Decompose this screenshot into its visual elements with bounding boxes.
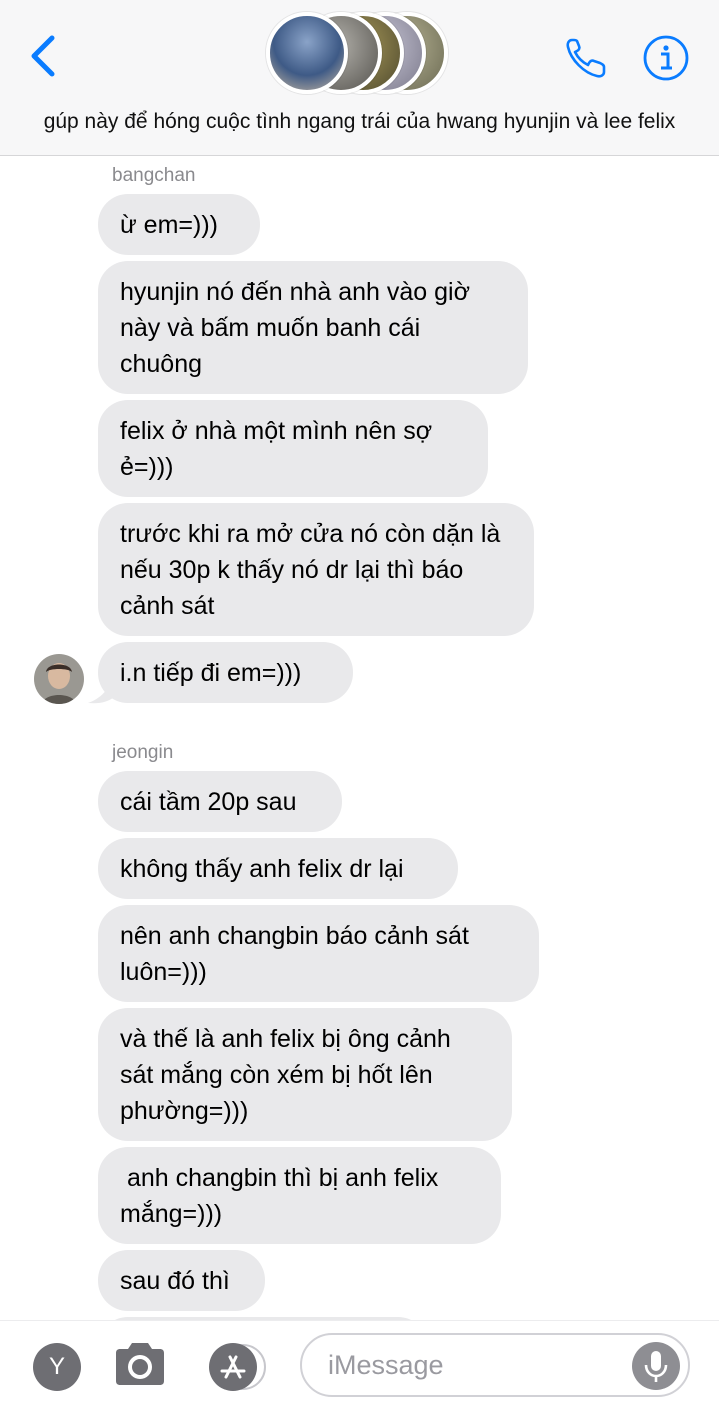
message-bubble[interactable]: i.n tiếp đi em=))) [98,642,353,703]
message-bubble[interactable]: sau đó thì [98,1250,265,1311]
bubble-tail [88,675,114,704]
message-input[interactable] [328,1335,628,1395]
phone-icon [566,38,606,78]
member-avatar [266,12,348,94]
group-title[interactable]: gúp này để hóng cuộc tình ngang trái của… [0,110,719,134]
sender-name: bangchan [112,165,196,186]
camera-icon [116,1343,164,1385]
app-store-icon [209,1343,266,1391]
message-bubble[interactable]: cái tầm 20p sau [98,771,342,832]
mic-button[interactable] [632,1342,680,1390]
imessage-field[interactable] [300,1333,690,1397]
message-bubble[interactable]: felix ở nhà một mình nên sợ ẻ=))) [98,400,488,497]
message-bubble[interactable]: nên anh changbin báo cảnh sát luôn=))) [98,905,539,1002]
chevron-left-icon [31,35,55,77]
sender-name: jeongin [112,742,174,763]
conversation-header: gúp này để hóng cuộc tình ngang trái của… [0,0,719,156]
camera-button[interactable] [112,1341,168,1387]
message-bubble[interactable]: trước khi ra mở cửa nó còn dặn là nếu 30… [98,503,534,636]
message-input-bar: Y [0,1320,719,1421]
bangchan-avatar[interactable] [34,654,84,704]
message-bubble[interactable]: không thấy anh felix dr lại [98,838,458,899]
message-bubble[interactable]: ừ em=))) [98,194,260,255]
back-button[interactable] [26,34,62,78]
group-avatar-stack[interactable] [266,12,456,94]
microphone-icon [644,1351,668,1382]
y-app-icon[interactable]: Y [33,1343,81,1391]
message-bubble[interactable]: hyunjin nó đến nhà anh vào giờ này và bấ… [98,261,528,394]
message-bubble[interactable]: và thế là anh felix bị ông cảnh sát mắng… [98,1008,512,1141]
info-icon [643,35,689,81]
info-button[interactable] [642,34,690,82]
message-bubble[interactable]: anh changbin thì bị anh felix mắng=))) [98,1147,501,1244]
message-list[interactable]: bangchan ừ em=))) hyunjin nó đến nhà anh… [0,157,719,1320]
call-button[interactable] [562,34,610,82]
app-store-button[interactable] [205,1343,271,1391]
